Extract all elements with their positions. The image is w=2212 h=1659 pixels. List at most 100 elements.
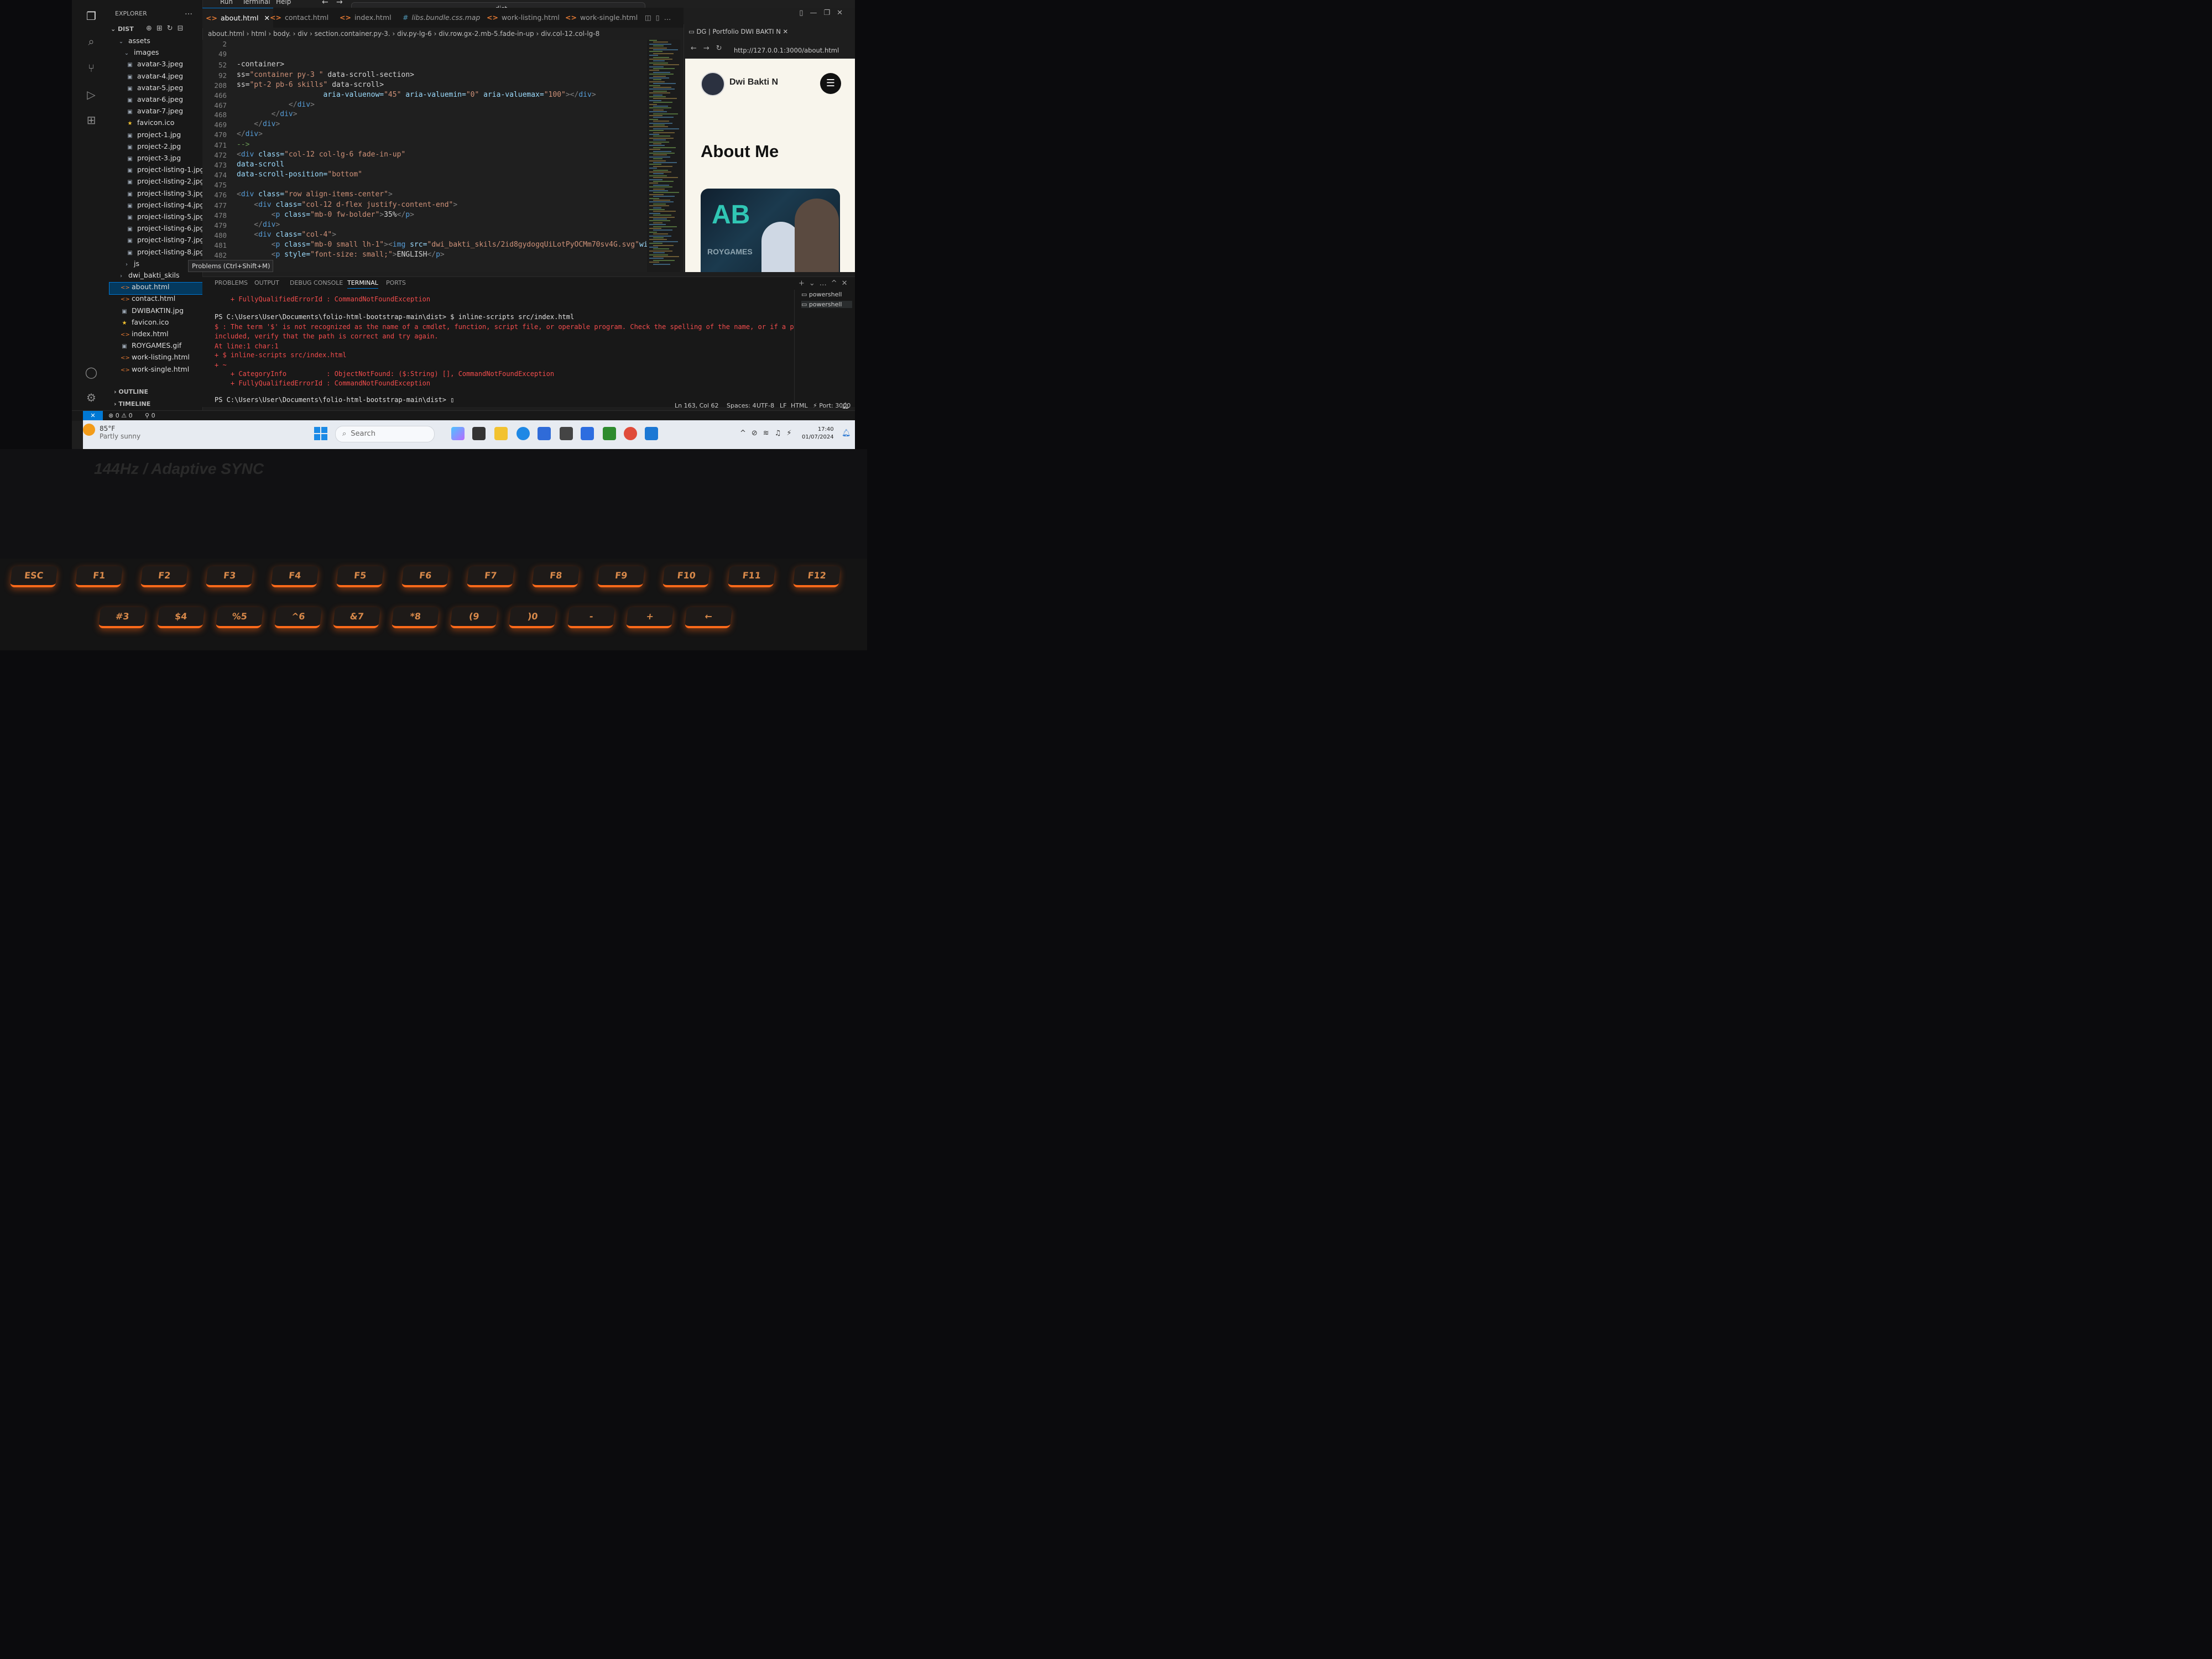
file-tree-item[interactable]: <> contact.html — [109, 294, 202, 306]
file-tree-item[interactable]: ▣ project-listing-2.jpg — [109, 177, 204, 189]
minimize-icon[interactable]: — — [810, 9, 823, 17]
breadcrumb-item[interactable]: section.container.py-3. — [315, 30, 390, 38]
terminal-instance[interactable]: ▭ powershell — [801, 291, 842, 298]
code-line[interactable]: <div class="row align-items-center"> — [237, 190, 393, 199]
code-line[interactable]: aria-valuenow="45" aria-valuemin="0" ari… — [237, 91, 596, 99]
chrome-icon[interactable] — [624, 427, 637, 440]
browser-tab[interactable]: ▭ DG | Portfolio DWI BAKTI N ✕ — [688, 28, 788, 35]
weather-icon[interactable] — [83, 424, 95, 436]
back-arrow-icon[interactable]: ← — [322, 0, 328, 7]
file-tree-item[interactable]: ⌄ assets — [109, 36, 202, 48]
encoding[interactable]: UTF-8 — [757, 402, 774, 409]
code-line[interactable]: <div class="col-12 d-flex justify-conten… — [237, 201, 457, 209]
browser-nav-buttons[interactable]: ←→↻ — [691, 44, 729, 53]
vscode-icon[interactable] — [645, 427, 658, 440]
explorer-root[interactable]: ⌄ DIST — [111, 25, 134, 33]
code-line[interactable]: </div> — [237, 110, 298, 118]
menu-run[interactable]: Run — [220, 0, 233, 6]
terminal-output[interactable]: + FullyQualifiedErrorId : CommandNotFoun… — [202, 290, 794, 407]
file-tree-item[interactable]: <> work-listing.html — [109, 353, 202, 364]
search-icon[interactable]: ⌕ — [84, 34, 98, 49]
minimap[interactable] — [647, 40, 680, 272]
windows-start-icon[interactable] — [314, 427, 327, 440]
file-tree-item[interactable]: ▣ project-3.jpg — [109, 154, 202, 165]
tab-libs-bundle-css-map[interactable]: # libs.bundle.css.map — [403, 8, 480, 28]
weather-widget[interactable]: 85°F Partly sunny — [100, 425, 140, 440]
code-line[interactable]: </div> — [237, 130, 263, 138]
code-line[interactable]: <div class="col-4"> — [237, 231, 336, 239]
tab-debug-console[interactable]: DEBUG CONSOLE — [290, 279, 343, 286]
file-tree-item[interactable]: ★ favicon.ico — [109, 318, 202, 330]
code-line[interactable]: -container> — [237, 60, 284, 69]
file-tree-item[interactable]: ▣ DWIBAKTIN.jpg — [109, 306, 202, 318]
code-line[interactable]: </div> — [237, 221, 280, 229]
explorer-icon[interactable]: ❐ — [84, 9, 98, 23]
copilot-icon[interactable] — [451, 427, 465, 440]
file-tree-item[interactable]: ▣ avatar-6.jpeg — [109, 95, 202, 107]
panel-actions-icon[interactable]: +⌄…^✕ — [799, 279, 852, 288]
file-tree-item[interactable]: ▣ ROYGAMES.gif — [109, 341, 202, 353]
indentation[interactable]: Spaces: 4 — [727, 402, 756, 409]
file-tree-item[interactable]: ▣ project-listing-1.jpg — [109, 165, 204, 177]
file-tree-item[interactable]: <> index.html — [109, 330, 202, 341]
tab-about-html[interactable]: <> about.html ✕ — [202, 8, 273, 28]
clock[interactable]: 17:40 01/07/2024 — [802, 426, 834, 441]
file-tree-item[interactable]: ▣ project-listing-7.jpg — [109, 236, 204, 247]
settings-gear-icon[interactable]: ⚙ — [84, 390, 98, 405]
tab-work-single-html[interactable]: <> work-single.html — [565, 8, 638, 28]
code-line[interactable]: <p style="font-size: small;">ENGLISH</p> — [237, 251, 445, 259]
code-line[interactable]: </div> — [237, 101, 315, 109]
timeline-section[interactable]: › TIMELINE — [114, 400, 150, 408]
xbox-icon[interactable] — [603, 427, 616, 440]
unity-icon[interactable] — [560, 427, 573, 440]
file-tree-item[interactable]: <> work-single.html — [109, 365, 202, 377]
close-tab-icon[interactable]: ✕ — [264, 14, 269, 22]
file-tree-item[interactable]: ▣ project-listing-8.jpg — [109, 248, 204, 259]
store-icon[interactable] — [538, 427, 551, 440]
file-tree-item[interactable]: <> about.html — [109, 282, 203, 295]
menu-terminal[interactable]: Terminal — [242, 0, 270, 6]
tab-output[interactable]: OUTPUT — [254, 279, 279, 286]
code-line[interactable]: <p class="mb-0 fw-bolder">35%</p> — [237, 211, 414, 219]
file-tree-item[interactable]: ▣ project-listing-5.jpg — [109, 212, 204, 224]
breadcrumb-item[interactable]: html — [251, 30, 266, 38]
errors-count[interactable]: ⊗ 0 ⚠ 0 — [108, 412, 133, 419]
code-line[interactable]: --> — [237, 140, 249, 149]
tab-contact-html[interactable]: <> contact.html — [270, 8, 328, 28]
code-line[interactable]: data-scroll-position="bottom" — [237, 170, 362, 179]
menu-help[interactable]: Help — [276, 0, 291, 6]
notifications-icon[interactable]: 🔔︎ — [842, 402, 849, 409]
breadcrumb-item[interactable]: div.py-lg-6 — [397, 30, 432, 38]
task-view-icon[interactable] — [472, 427, 486, 440]
edge-icon[interactable] — [517, 427, 530, 440]
breadcrumb-item[interactable]: div — [298, 30, 307, 38]
notifications-bell-icon[interactable]: 🔔︎ — [842, 429, 851, 437]
close-icon[interactable]: ✕ — [837, 9, 849, 17]
layout-icon[interactable]: ▯ — [799, 9, 810, 17]
breadcrumb-item[interactable]: body. — [273, 30, 291, 38]
more-actions-icon[interactable]: … — [185, 8, 192, 17]
extensions-icon[interactable]: ⊞ — [84, 113, 98, 127]
close-tab-icon[interactable]: ✕ — [782, 28, 788, 35]
system-tray-icons[interactable]: ^⊘≋♫⚡ — [740, 429, 797, 437]
file-tree-item[interactable]: ▣ avatar-3.jpeg — [109, 60, 202, 71]
breadcrumb-item[interactable]: div.row.gx-2.mb-5.fade-in-up — [439, 30, 534, 38]
code-line[interactable]: data-scroll — [237, 160, 284, 169]
tab-index-html[interactable]: <> index.html — [340, 8, 392, 28]
taskbar-search[interactable]: ⌕ Search — [335, 426, 435, 442]
account-icon[interactable]: ◯ — [84, 365, 98, 379]
terminal-instance[interactable]: ▭ powershell — [801, 301, 852, 308]
remote-icon[interactable]: ✕ — [83, 411, 103, 421]
file-tree-item[interactable]: ▣ project-1.jpg — [109, 131, 202, 142]
restore-icon[interactable]: ❐ — [823, 9, 837, 17]
file-tree-item[interactable]: ▣ project-listing-4.jpg — [109, 201, 204, 212]
source-control-icon[interactable]: ⑂ — [84, 61, 98, 75]
file-tree-item[interactable]: › dwi_bakti_skils — [109, 271, 202, 283]
app-icon[interactable] — [581, 427, 594, 440]
file-tree-item[interactable]: ▣ project-listing-3.jpg — [109, 189, 204, 201]
tab-work-listing-html[interactable]: <> work-listing.html — [487, 8, 560, 28]
file-tree-item[interactable]: ▣ avatar-7.jpeg — [109, 107, 202, 118]
file-tree-item[interactable]: ★ favicon.ico — [109, 118, 202, 130]
run-debug-icon[interactable]: ▷ — [84, 87, 98, 102]
line-ending[interactable]: LF — [780, 402, 786, 409]
